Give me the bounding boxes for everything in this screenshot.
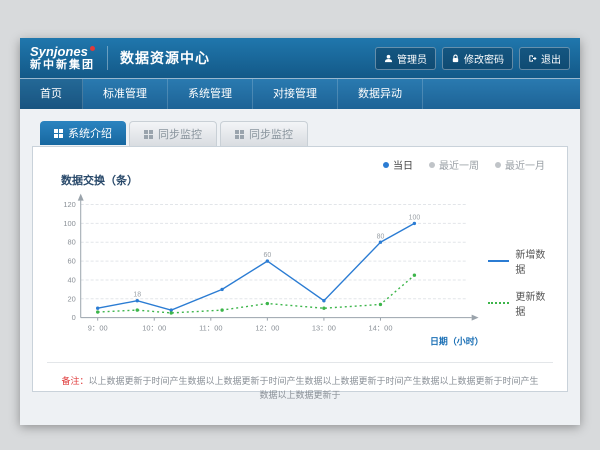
main-nav: 首页 标准管理 系统管理 对接管理 数据异动 <box>20 78 580 109</box>
nav-item-data-change[interactable]: 数据异动 <box>338 79 423 109</box>
dot-icon <box>429 162 435 168</box>
tab-sync-monitor-1[interactable]: 同步监控 <box>129 121 217 146</box>
line-swatch-icon <box>488 260 510 262</box>
tab-system-intro[interactable]: 系统介绍 <box>40 121 126 145</box>
svg-text:13：00: 13：00 <box>312 324 336 333</box>
svg-text:0: 0 <box>72 313 76 322</box>
grid-icon <box>235 130 244 139</box>
content-area: 系统介绍 同步监控 同步监控 当日 最近一周 <box>20 109 580 425</box>
chart-panel: 当日 最近一周 最近一月 数据交换（条） 0 20 40 60 80 100 120 9：00… <box>32 146 568 392</box>
y-axis-title: 数据交换（条） <box>61 172 555 188</box>
nav-item-standard-mgmt[interactable]: 标准管理 <box>83 79 168 109</box>
app-window: Synjones 新中新集团 数据资源中心 管理员 修改密码 <box>20 38 580 424</box>
header-divider <box>107 46 108 70</box>
svg-text:10：00: 10：00 <box>142 324 166 333</box>
svg-text:12：00: 12：00 <box>255 324 279 333</box>
nav-item-home[interactable]: 首页 <box>20 79 83 109</box>
footnote: 备注：以上数据更新于时间产生数据以上数据更新于时间产生数据以上数据更新于时间产生… <box>45 363 555 402</box>
svg-text:日期（小时）: 日期（小时） <box>430 335 484 346</box>
svg-text:9：00: 9：00 <box>88 324 108 333</box>
footnote-prefix: 备注： <box>61 376 88 386</box>
brand-logo-subtext: 新中新集团 <box>30 59 95 71</box>
svg-text:11：00: 11：00 <box>199 324 222 333</box>
tab-bar: 系统介绍 同步监控 同步监控 <box>40 121 568 146</box>
logout-button[interactable]: 退出 <box>519 47 570 70</box>
svg-text:60: 60 <box>67 257 75 266</box>
filter-today[interactable]: 当日 <box>383 157 413 172</box>
logout-icon <box>528 54 537 63</box>
brand-logo-text: Synjones <box>30 45 95 59</box>
dot-icon <box>495 162 501 168</box>
logo-red-dot-icon <box>90 46 95 51</box>
change-password-button[interactable]: 修改密码 <box>442 47 513 70</box>
legend-item-updated-data: 更新数据 <box>488 288 555 318</box>
nav-item-connect-mgmt[interactable]: 对接管理 <box>253 79 338 109</box>
svg-text:80: 80 <box>67 238 75 247</box>
lock-icon <box>451 54 460 63</box>
top-header: Synjones 新中新集团 数据资源中心 管理员 修改密码 <box>20 38 580 78</box>
brand-logo[interactable]: Synjones 新中新集团 <box>30 45 95 71</box>
user-icon <box>384 54 393 63</box>
tab-sync-monitor-2[interactable]: 同步监控 <box>220 121 308 146</box>
admin-user-button[interactable]: 管理员 <box>375 47 436 70</box>
svg-text:18: 18 <box>133 292 141 299</box>
svg-text:60: 60 <box>263 252 271 259</box>
svg-text:100: 100 <box>63 219 75 228</box>
grid-icon <box>54 129 63 138</box>
svg-text:120: 120 <box>63 200 75 209</box>
filter-last-week[interactable]: 最近一周 <box>429 157 479 172</box>
filter-last-month[interactable]: 最近一月 <box>495 157 545 172</box>
grid-icon <box>144 130 153 139</box>
svg-text:40: 40 <box>67 275 75 284</box>
chart-row: 0 20 40 60 80 100 120 9：00 10：00 11：00 12：00 13：00 1… <box>45 188 555 360</box>
time-filter-legend: 当日 最近一周 最近一月 <box>45 157 545 172</box>
series-legend: 新增数据 更新数据 <box>488 246 555 318</box>
app-title: 数据资源中心 <box>120 48 210 68</box>
svg-text:14：00: 14：00 <box>368 324 392 333</box>
line-chart-svg: 0 20 40 60 80 100 120 9：00 10：00 11：00 12：00 13：00 1… <box>45 188 488 360</box>
nav-item-system-mgmt[interactable]: 系统管理 <box>168 79 253 109</box>
svg-text:80: 80 <box>377 233 385 240</box>
dot-icon <box>383 162 389 168</box>
svg-text:20: 20 <box>67 294 75 303</box>
header-actions: 管理员 修改密码 退出 <box>375 47 570 70</box>
svg-text:100: 100 <box>409 214 421 221</box>
legend-item-new-data: 新增数据 <box>488 246 555 276</box>
line-swatch-icon <box>488 302 510 304</box>
